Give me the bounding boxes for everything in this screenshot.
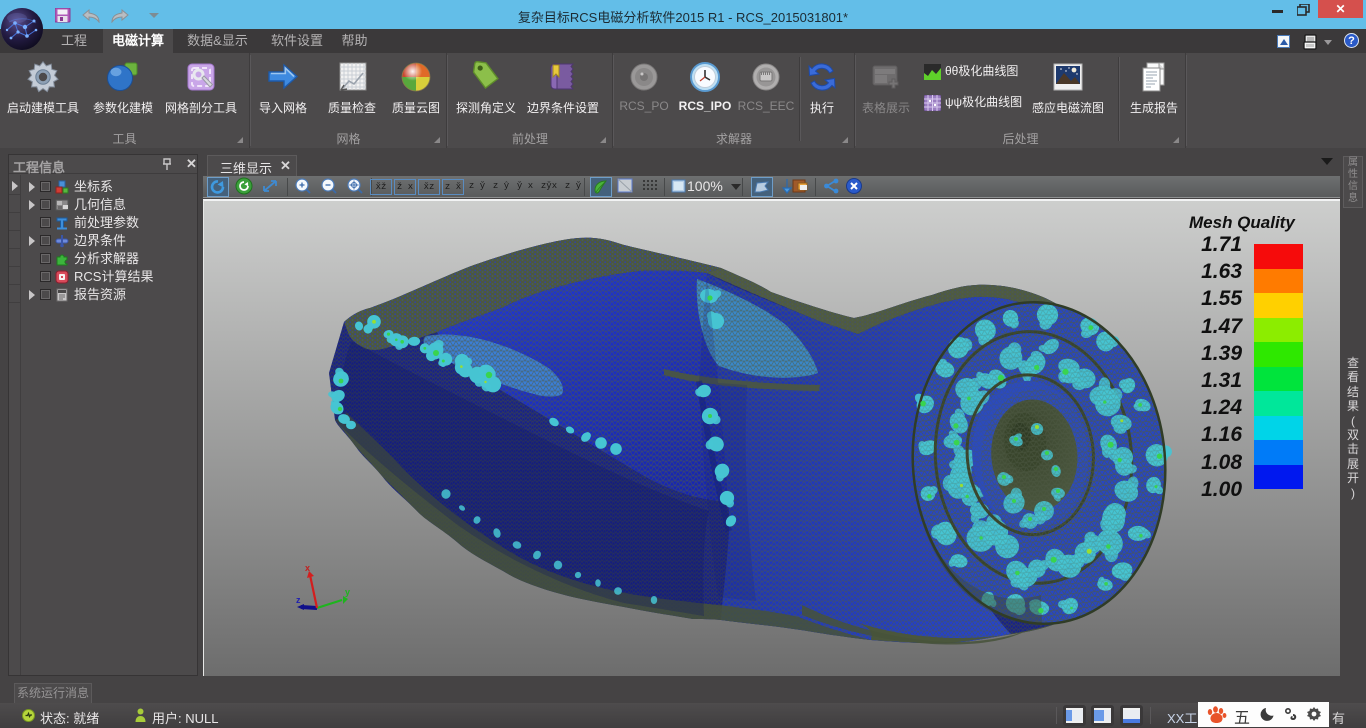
svg-text:y: y [345,587,350,597]
svg-text:x: x [305,563,310,573]
svg-text:z: z [296,595,301,605]
